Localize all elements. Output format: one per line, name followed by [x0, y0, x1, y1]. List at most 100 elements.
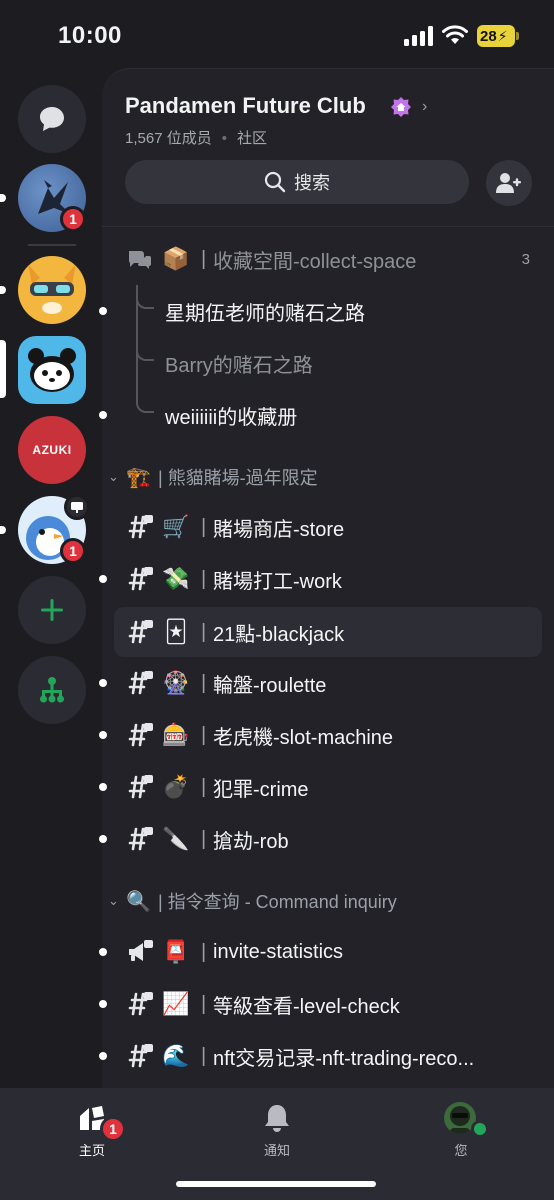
- locked-hashtag-icon: [128, 567, 153, 591]
- channel-item[interactable]: 📮 | invite-statistics: [99, 926, 554, 978]
- separator: |: [201, 567, 207, 590]
- category-command-inquiry[interactable]: ⌄ 🔍 | 指令查询 - Command inquiry: [102, 881, 554, 921]
- add-server-button[interactable]: [18, 576, 86, 644]
- channel-name: invite-statistics: [213, 940, 344, 963]
- thread-item[interactable]: weiiiiii的收藏册: [99, 389, 554, 441]
- forum-channel-collect-space[interactable]: 📦 | 收藏空間-collect-space 3: [102, 233, 554, 285]
- channel-emoji: 📮: [162, 939, 190, 964]
- server-azuki-avatar: AZUKI: [18, 416, 86, 484]
- server-bird-button[interactable]: 1: [18, 164, 86, 232]
- unread-dot: [99, 307, 107, 315]
- channel-name: 老虎機-slot-machine: [213, 726, 394, 749]
- search-button[interactable]: 搜索: [125, 160, 469, 204]
- tab-label: 您: [454, 1143, 468, 1158]
- channel-name: 收藏空間-collect-space: [213, 250, 417, 273]
- server-rail: 1 AZUKI 1: [0, 70, 102, 1088]
- azuki-logo-text: AZUKI: [32, 443, 72, 457]
- charging-icon: ⚡: [497, 27, 508, 44]
- chevron-down-icon: ⌄: [108, 893, 119, 908]
- separator: |: [201, 671, 207, 694]
- locked-hashtag-icon: [128, 992, 153, 1016]
- separator: |: [201, 1044, 207, 1067]
- chevron-right-icon[interactable]: ›: [422, 98, 427, 116]
- separator: |: [201, 515, 207, 538]
- channel-emoji: 💸: [162, 566, 190, 591]
- channel-item[interactable]: 🌊 | nft交易记录-nft-trading-reco...: [99, 1030, 554, 1082]
- home-badge: 1: [100, 1116, 126, 1142]
- chevron-down-icon: ⌄: [108, 469, 119, 484]
- separator: |: [201, 775, 207, 798]
- discover-button[interactable]: [18, 656, 86, 724]
- add-user-icon: [496, 173, 521, 193]
- unread-dot: [99, 783, 107, 791]
- direct-messages-button[interactable]: [18, 85, 86, 153]
- server-penguin-button[interactable]: 1: [18, 494, 90, 564]
- unread-pill: [0, 526, 6, 534]
- selected-pill: [0, 340, 6, 398]
- channel-name: 犯罪-crime: [213, 778, 309, 801]
- battery-indicator: 28 ⚡: [477, 25, 515, 47]
- channel-item[interactable]: 🔪 | 搶劫-rob: [99, 813, 554, 865]
- category-name: | 熊貓賭場-過年限定: [158, 468, 318, 488]
- tab-notifications[interactable]: 通知: [217, 1088, 337, 1168]
- separator: |: [201, 940, 207, 963]
- server-badge: 1: [60, 206, 86, 232]
- search-icon: [264, 171, 286, 193]
- tab-label: 主页: [78, 1143, 105, 1158]
- unread-pill: [0, 194, 6, 202]
- locked-hashtag-icon: [128, 671, 153, 695]
- channel-item[interactable]: 🎡 | 輪盤-roulette: [99, 657, 554, 709]
- bell-icon: [265, 1105, 289, 1132]
- channel-item[interactable]: 💸 | 賭場打工-work: [99, 553, 554, 605]
- locked-hashtag-icon: [128, 775, 153, 799]
- forum-icon: [129, 251, 151, 269]
- thread-item[interactable]: 星期伍老师的赌石之路: [99, 285, 554, 337]
- cat-icon: [28, 264, 76, 314]
- boost-icon: [391, 97, 411, 117]
- channel-emoji: 🎡: [162, 670, 190, 695]
- panel-divider: [102, 226, 554, 227]
- thread-item[interactable]: Barry的赌石之路: [102, 337, 554, 389]
- channel-emoji: 📦: [162, 246, 190, 271]
- server-azuki-button[interactable]: AZUKI: [18, 416, 86, 484]
- guild-meta: 1,567 位成员 • 社区: [125, 127, 267, 148]
- tab-profile[interactable]: 您: [401, 1088, 521, 1168]
- channel-emoji: 📈: [162, 991, 190, 1016]
- channel-item[interactable]: 🛒 | 賭場商店-store: [102, 501, 554, 553]
- search-label: 搜索: [294, 173, 330, 193]
- separator: |: [201, 723, 207, 746]
- server-panda-avatar: [18, 336, 86, 404]
- server-panda-button[interactable]: [18, 336, 86, 404]
- tab-label: 通知: [263, 1143, 290, 1158]
- unread-pill: [0, 286, 6, 294]
- hierarchy-icon: [40, 677, 64, 703]
- channel-item[interactable]: 💣 | 犯罪-crime: [99, 761, 554, 813]
- guild-name[interactable]: Pandamen Future Club: [125, 93, 366, 119]
- server-cat-button[interactable]: [18, 256, 86, 324]
- category-casino[interactable]: ⌄ 🏗️ | 熊貓賭場-過年限定: [102, 457, 554, 497]
- unread-dot: [99, 411, 107, 419]
- cellular-signal-icon: [404, 26, 433, 46]
- invite-members-button[interactable]: [486, 160, 532, 206]
- server-badge: 1: [60, 538, 86, 564]
- channel-emoji: 🛒: [162, 514, 190, 539]
- channel-panel: Pandamen Future Club › 1,567 位成员 • 社区 搜索 📦…: [99, 68, 554, 1088]
- plus-icon: [41, 599, 63, 621]
- category-emoji: 🏗️: [126, 466, 151, 489]
- separator: |: [201, 620, 207, 643]
- unread-dot: [99, 1000, 107, 1008]
- channel-item[interactable]: 🎰 | 老虎機-slot-machine: [99, 709, 554, 761]
- channel-item-selected[interactable]: 🃏 | 21點-blackjack: [114, 607, 542, 657]
- channel-name: nft交易记录-nft-trading-reco...: [213, 1047, 475, 1070]
- member-count: 1,567 位成员: [125, 130, 212, 147]
- wifi-icon: [442, 25, 468, 44]
- separator: |: [201, 992, 207, 1015]
- unread-dot: [99, 835, 107, 843]
- thread-branch: [136, 293, 154, 309]
- channel-item[interactable]: 📈 | 等級查看-level-check: [99, 978, 554, 1030]
- tab-home[interactable]: 1 主页: [32, 1088, 152, 1168]
- locked-hashtag-icon: [128, 620, 153, 644]
- channel-name: 賭場商店-store: [213, 518, 345, 541]
- category-title: 熊貓賭場-過年限定: [167, 468, 318, 488]
- channel-emoji: 🃏: [164, 619, 188, 644]
